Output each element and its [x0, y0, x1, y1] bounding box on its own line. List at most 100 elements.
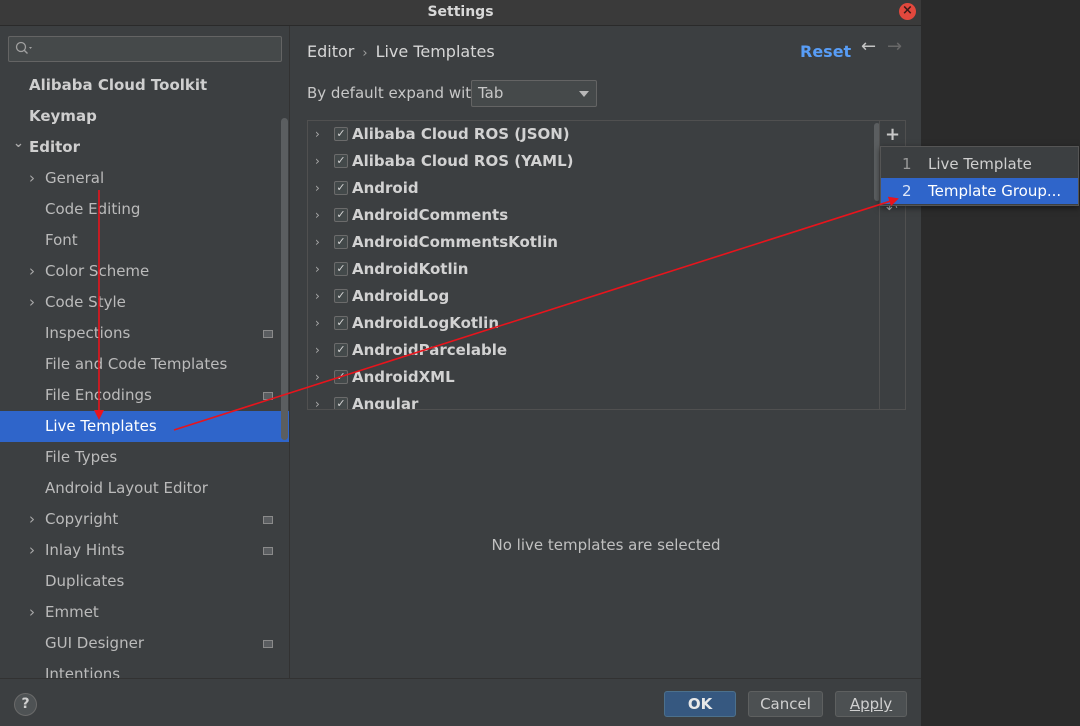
group-checkbox[interactable]: ✓ [334, 127, 348, 141]
group-checkbox[interactable]: ✓ [334, 181, 348, 195]
chevron-right-icon[interactable]: › [315, 229, 320, 256]
chevron-right-icon[interactable]: › [315, 310, 320, 337]
breadcrumb: Editor › Live Templates [307, 42, 495, 61]
chevron-right-icon[interactable]: › [315, 283, 320, 310]
sidebar-item-duplicates[interactable]: Duplicates [0, 566, 289, 597]
sidebar-item-code-style[interactable]: › Code Style [0, 287, 289, 318]
chevron-right-icon[interactable]: › [315, 391, 320, 409]
sidebar-item-gui-designer[interactable]: GUI Designer [0, 628, 289, 659]
template-group-row[interactable]: › ✓ AndroidLog [308, 283, 868, 310]
chevron-right-icon[interactable]: › [315, 175, 320, 202]
chevron-right-icon[interactable]: › [29, 535, 41, 566]
sidebar-item-font[interactable]: Font [0, 225, 289, 256]
chevron-right-icon[interactable]: › [315, 148, 320, 175]
reset-link[interactable]: Reset [800, 42, 851, 61]
template-group-label: AndroidKotlin [352, 260, 469, 278]
sidebar-item-label: Android Layout Editor [45, 479, 208, 497]
group-checkbox[interactable]: ✓ [334, 208, 348, 222]
add-icon[interactable]: + [885, 124, 900, 145]
group-checkbox[interactable]: ✓ [334, 316, 348, 330]
project-scope-icon [263, 392, 273, 400]
chevron-right-icon[interactable]: › [315, 337, 320, 364]
sidebar-item-general[interactable]: › General [0, 163, 289, 194]
sidebar-item-inspections[interactable]: Inspections [0, 318, 289, 349]
sidebar-item-file-and-code-templates[interactable]: File and Code Templates [0, 349, 289, 380]
expand-with-label: By default expand with [307, 84, 481, 102]
group-checkbox[interactable]: ✓ [334, 235, 348, 249]
chevron-down-icon [579, 91, 589, 97]
template-group-row[interactable]: › ✓ AndroidComments [308, 202, 868, 229]
sidebar-item-file-encodings[interactable]: File Encodings [0, 380, 289, 411]
sidebar-item-label: General [45, 169, 105, 187]
template-group-label: Android [352, 179, 419, 197]
ok-button[interactable]: OK [664, 691, 736, 717]
group-checkbox[interactable]: ✓ [334, 262, 348, 276]
popup-item-live-template[interactable]: 1 Live Template [881, 151, 1078, 177]
template-group-label: AndroidLog [352, 287, 450, 305]
sidebar-item-file-types[interactable]: File Types [0, 442, 289, 473]
group-checkbox[interactable]: ✓ [334, 343, 348, 357]
sidebar-item-label: Intentions [45, 665, 121, 678]
template-group-row[interactable]: › ✓ Alibaba Cloud ROS (JSON) [308, 121, 868, 148]
sidebar-item-label: Duplicates [45, 572, 125, 590]
group-checkbox[interactable]: ✓ [334, 370, 348, 384]
back-arrow-icon[interactable]: ← [861, 36, 876, 57]
sidebar-item-editor[interactable]: ⌄ Editor [0, 132, 289, 163]
sidebar-item-code-editing[interactable]: Code Editing [0, 194, 289, 225]
expand-with-select[interactable]: Tab [471, 80, 597, 107]
template-groups-tree: › ✓ Alibaba Cloud ROS (JSON) › ✓ Alibaba Clou… [307, 120, 880, 410]
popup-item-template-group[interactable]: 2 Template Group... [881, 178, 1078, 204]
chevron-right-icon[interactable]: › [315, 121, 320, 148]
dialog-footer: ? OK Cancel Apply [0, 678, 921, 726]
group-checkbox[interactable]: ✓ [334, 289, 348, 303]
search-input[interactable] [8, 36, 282, 62]
sidebar-item-color-scheme[interactable]: › Color Scheme [0, 256, 289, 287]
template-group-label: AndroidParcelable [352, 341, 508, 359]
help-icon[interactable]: ? [14, 693, 37, 716]
template-group-row[interactable]: › ✓ AndroidKotlin [308, 256, 868, 283]
project-scope-icon [263, 516, 273, 524]
project-scope-icon [263, 330, 273, 338]
sidebar-item-label: Color Scheme [45, 262, 150, 280]
template-group-row[interactable]: › ✓ Alibaba Cloud ROS (YAML) [308, 148, 868, 175]
popup-item-number: 1 [902, 155, 912, 173]
close-icon[interactable]: × [899, 3, 916, 20]
cancel-button[interactable]: Cancel [748, 691, 823, 717]
chevron-right-icon[interactable]: › [29, 256, 41, 287]
settings-window: Settings × Alibaba Cloud Toolkit Keymap ⌄ E… [0, 0, 921, 726]
chevron-right-icon[interactable]: › [29, 597, 41, 628]
breadcrumb-live-templates: Live Templates [375, 42, 495, 61]
empty-selection-message: No live templates are selected [491, 536, 721, 554]
apply-button[interactable]: Apply [835, 691, 907, 717]
chevron-right-icon[interactable]: › [315, 202, 320, 229]
sidebar-item-inlay-hints[interactable]: › Inlay Hints [0, 535, 289, 566]
chevron-right-icon[interactable]: › [315, 256, 320, 283]
sidebar-item-copyright[interactable]: › Copyright [0, 504, 289, 535]
breadcrumb-editor[interactable]: Editor [307, 42, 354, 61]
template-group-label: AndroidLogKotlin [352, 314, 500, 332]
chevron-right-icon[interactable]: › [29, 287, 41, 318]
chevron-right-icon[interactable]: › [29, 504, 41, 535]
template-group-row[interactable]: › ✓ AndroidCommentsKotlin [308, 229, 868, 256]
chevron-right-icon[interactable]: › [315, 364, 320, 391]
template-group-row[interactable]: › ✓ AndroidParcelable [308, 337, 868, 364]
template-group-label: AndroidCommentsKotlin [352, 233, 558, 251]
sidebar-item-label: GUI Designer [45, 634, 144, 652]
sidebar-scrollbar[interactable] [281, 118, 288, 440]
chevron-right-icon[interactable]: › [29, 163, 41, 194]
group-checkbox[interactable]: ✓ [334, 154, 348, 168]
forward-arrow-icon[interactable]: → [887, 36, 902, 57]
chevron-down-icon[interactable]: ⌄ [13, 128, 25, 159]
template-group-row[interactable]: › ✓ Android [308, 175, 868, 202]
sidebar-item-android-layout-editor[interactable]: Android Layout Editor [0, 473, 289, 504]
sidebar-item-keymap[interactable]: Keymap [0, 101, 289, 132]
template-group-row[interactable]: › ✓ Angular [308, 391, 868, 409]
sidebar-item-label: Keymap [29, 107, 97, 125]
sidebar-item-emmet[interactable]: › Emmet [0, 597, 289, 628]
sidebar-item-intentions[interactable]: Intentions [0, 659, 289, 678]
template-group-row[interactable]: › ✓ AndroidXML [308, 364, 868, 391]
template-group-row[interactable]: › ✓ AndroidLogKotlin [308, 310, 868, 337]
sidebar-item-live-templates[interactable]: Live Templates [0, 411, 289, 442]
group-checkbox[interactable]: ✓ [334, 397, 348, 409]
sidebar-item-alibaba-cloud-toolkit[interactable]: Alibaba Cloud Toolkit [0, 70, 289, 101]
